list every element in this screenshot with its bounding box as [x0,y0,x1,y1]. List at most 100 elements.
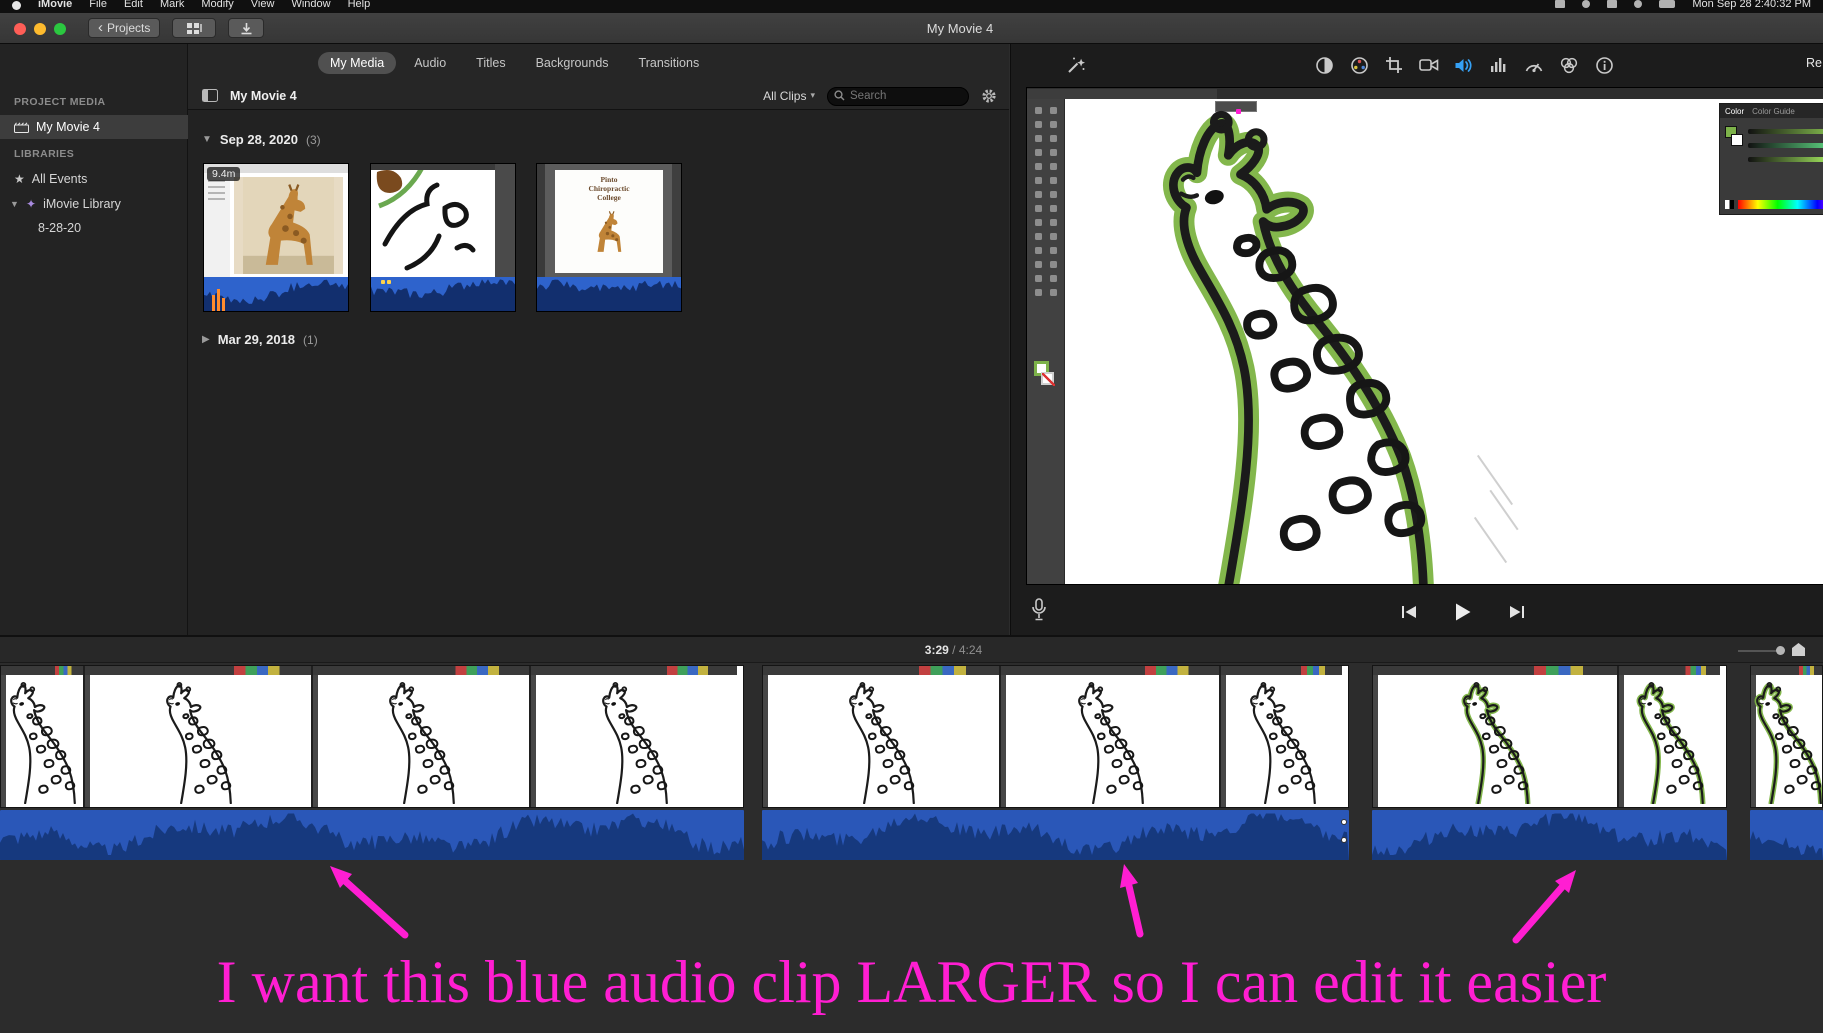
timeline-audio-clip[interactable] [1750,810,1823,860]
disclosure-triangle-icon[interactable]: ▶ [202,334,210,345]
volume-button[interactable] [1451,52,1477,78]
tool-icon[interactable] [1035,261,1042,268]
tool-icon[interactable] [1035,289,1042,296]
close-window-button[interactable] [14,23,26,35]
menu-mark[interactable]: Mark [160,0,184,10]
sidebar-item-my-movie-4[interactable]: My Movie 4 [0,115,188,139]
battery-icon[interactable] [1659,0,1676,8]
black-white-swatches[interactable] [1725,200,1734,209]
crop-button[interactable] [1381,52,1407,78]
timeline-video-frame[interactable] [1221,666,1342,807]
tool-icon[interactable] [1050,191,1057,198]
disclosure-triangle-icon[interactable]: ▼ [202,134,212,145]
menu-file[interactable]: File [89,0,107,10]
sidebar-item-event-8-28-20[interactable]: 8-28-20 [0,216,188,240]
projects-back-button[interactable]: ‹ Projects [88,18,161,38]
timeline-video-clip[interactable] [1750,665,1823,808]
effects-button[interactable] [1556,52,1582,78]
zoom-window-button[interactable] [54,23,66,35]
color-balance-button[interactable] [1311,52,1337,78]
tab-color[interactable]: Color [1725,107,1744,116]
tool-icon[interactable] [1050,205,1057,212]
status-icon[interactable] [1555,0,1566,8]
audio-fade-handle[interactable] [1341,819,1347,825]
tool-icon[interactable] [1035,247,1042,254]
disclosure-triangle-icon[interactable]: ▼ [10,199,19,209]
timeline-video-frame[interactable] [1619,666,1720,807]
media-organizer-button[interactable] [172,18,216,38]
import-media-button[interactable] [228,18,264,38]
tool-icon[interactable] [1035,219,1042,226]
status-icon[interactable] [1582,0,1591,8]
audio-fade-handle[interactable] [1341,837,1347,843]
tool-icon[interactable] [1050,247,1057,254]
timeline-video-frame[interactable] [1001,666,1221,807]
timeline-video-frame[interactable] [531,666,737,807]
sidebar-item-imovie-library[interactable]: ▼ ✦ iMovie Library [0,192,188,216]
tool-icon[interactable] [1050,149,1057,156]
clip-filter-dropdown[interactable]: All Clips ▾ [763,89,815,103]
color-spectrum-bar[interactable] [1738,200,1823,209]
timeline-video-frame[interactable] [1373,666,1619,807]
stabilization-button[interactable] [1416,52,1442,78]
tool-icon[interactable] [1035,135,1042,142]
status-icon[interactable] [1634,0,1643,8]
menu-imovie[interactable]: iMovie [38,0,72,10]
tool-icon[interactable] [1050,121,1057,128]
tool-icon[interactable] [1050,177,1057,184]
media-clip-pinto-college[interactable]: Pinto Chiropractic College [536,163,682,312]
tool-icon[interactable] [1050,135,1057,142]
timeline-clip-group[interactable] [762,665,1349,860]
timeline-video-clip[interactable] [1372,665,1727,808]
tab-my-media[interactable]: My Media [318,52,397,74]
tab-transitions[interactable]: Transitions [627,52,712,74]
tool-icon[interactable] [1035,149,1042,156]
color-slider[interactable] [1748,156,1823,162]
timeline-video-clip[interactable] [0,665,744,808]
tool-icon[interactable] [1035,177,1042,184]
color-slider[interactable] [1748,142,1823,148]
tab-color-guide[interactable]: Color Guide [1752,107,1795,116]
timeline-zoom-knob[interactable] [1776,646,1785,655]
voiceover-record-button[interactable] [1031,598,1047,622]
menu-view[interactable]: View [251,0,275,10]
tool-icon[interactable] [1050,163,1057,170]
menu-modify[interactable]: Modify [201,0,233,10]
tool-icon[interactable] [1050,275,1057,282]
status-icon[interactable] [1607,0,1618,8]
menu-edit[interactable]: Edit [124,0,143,10]
menu-window[interactable]: Window [291,0,330,10]
apple-menu-icon[interactable] [12,0,21,10]
tool-icon[interactable] [1035,191,1042,198]
timeline-video-frame[interactable] [763,666,1001,807]
menu-clock[interactable]: Mon Sep 28 2:40:32 PM [1692,0,1811,10]
timeline-video-frame[interactable] [1751,666,1822,807]
sidebar-toggle-button[interactable] [202,89,218,102]
timeline-clip-group[interactable] [0,665,744,860]
timeline-video-frame[interactable] [1,666,85,807]
media-group-header[interactable]: ▼ Sep 28, 2020 (3) [202,132,321,147]
timeline-audio-clip[interactable] [1372,810,1727,860]
timeline-clip-group[interactable] [1750,665,1823,860]
tool-icon[interactable] [1035,205,1042,212]
sidebar-item-all-events[interactable]: ★ All Events [0,167,188,191]
browser-settings-button[interactable] [981,88,997,104]
tool-icon[interactable] [1035,233,1042,240]
tab-titles[interactable]: Titles [464,52,517,74]
minimize-window-button[interactable] [34,23,46,35]
speed-button[interactable] [1521,52,1547,78]
menu-help[interactable]: Help [348,0,371,10]
skip-back-button[interactable] [1395,598,1423,626]
tool-icon[interactable] [1050,107,1057,114]
media-group-header[interactable]: ▶ Mar 29, 2018 (1) [202,332,318,347]
tool-icon[interactable] [1050,289,1057,296]
tool-icon[interactable] [1035,163,1042,170]
timeline-video-frame[interactable] [313,666,531,807]
noise-reduction-button[interactable] [1486,52,1512,78]
tool-icon[interactable] [1050,219,1057,226]
tool-icon[interactable] [1035,107,1042,114]
info-button[interactable] [1591,52,1617,78]
auto-enhance-button[interactable] [1063,52,1089,78]
tool-icon[interactable] [1050,233,1057,240]
timeline-audio-clip[interactable] [762,810,1349,860]
